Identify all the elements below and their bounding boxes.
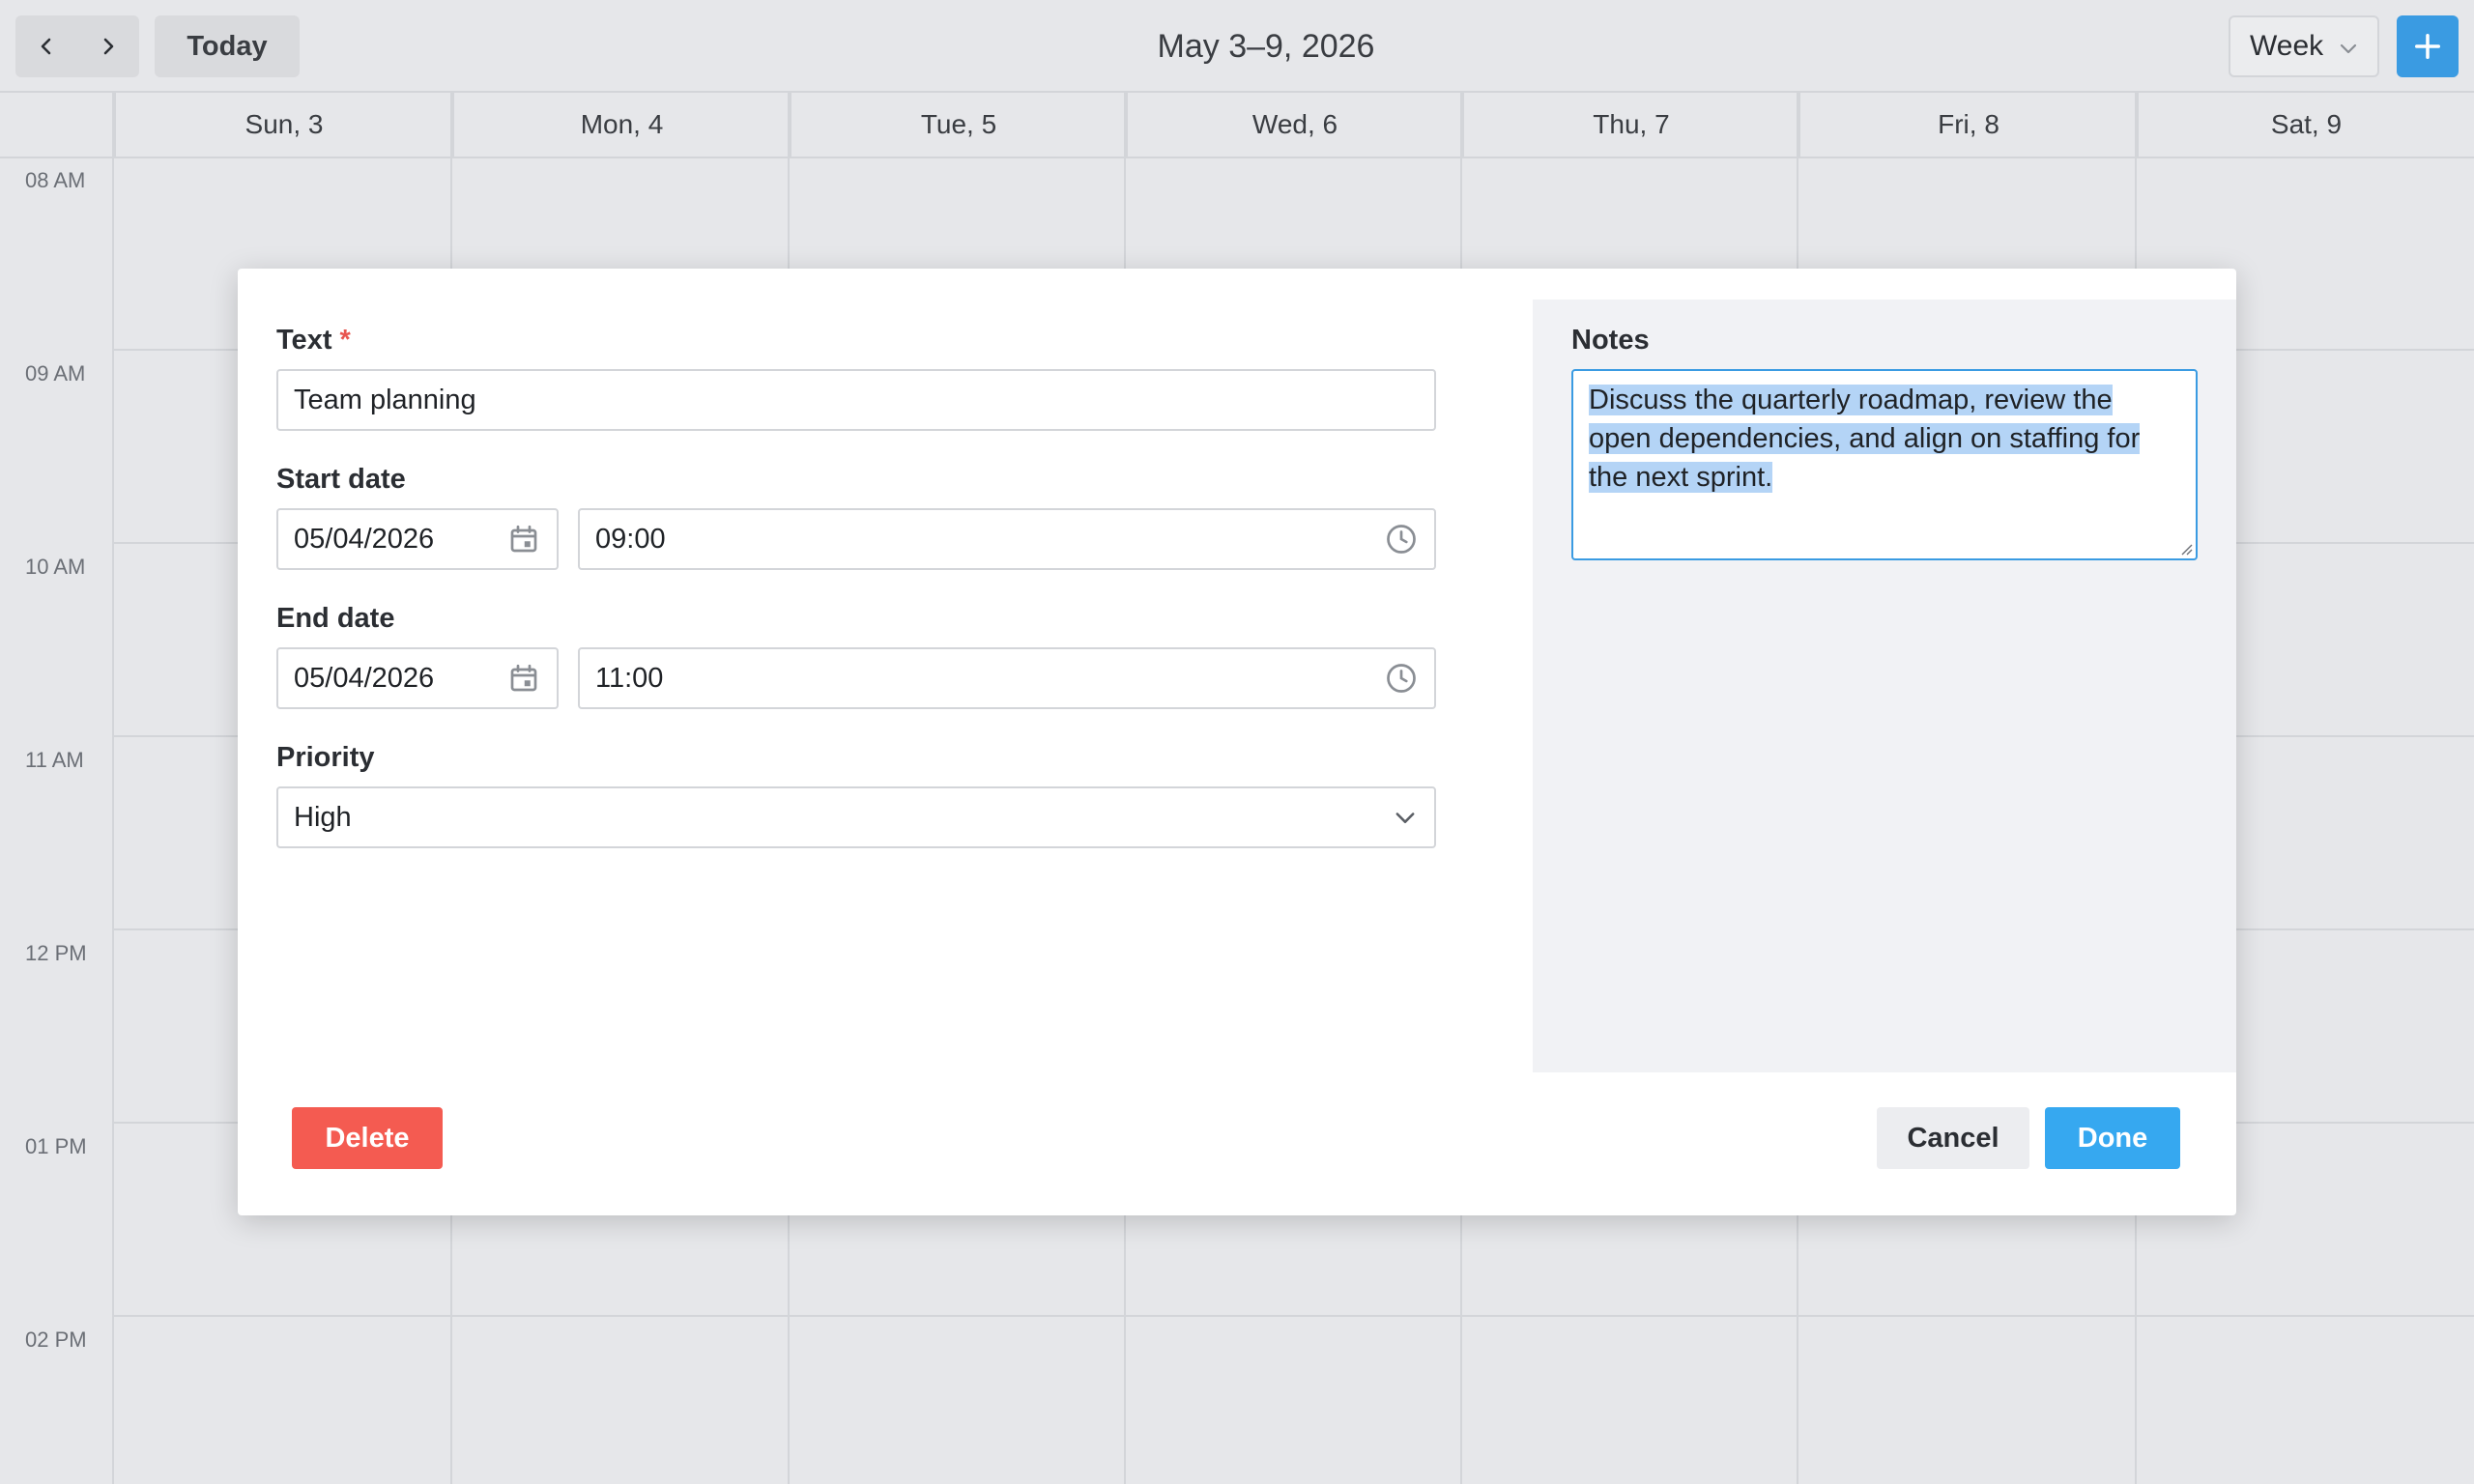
hour-label: 02 PM: [25, 1327, 87, 1352]
plus-icon: [2415, 34, 2440, 59]
end-time-input[interactable]: 11:00: [578, 647, 1436, 709]
day-header-wed: Wed, 6: [1126, 93, 1462, 157]
day-header-thu: Thu, 7: [1462, 93, 1798, 157]
hour-label: 10 AM: [25, 555, 86, 579]
hour-label: 01 PM: [25, 1134, 87, 1158]
start-time-input[interactable]: 09:00: [578, 508, 1436, 570]
notes-panel: Notes Discuss the quarterly roadmap, rev…: [1533, 300, 2236, 1072]
time-gutter: [0, 93, 114, 1484]
day-header-sat: Sat, 9: [2137, 93, 2474, 157]
chevron-down-icon: [2340, 43, 2357, 54]
day-header-fri: Fri, 8: [1798, 93, 2137, 157]
calendar-icon[interactable]: [506, 522, 541, 556]
calendar-toolbar: Today May 3–9, 2026 Week: [0, 0, 2474, 93]
event-editor-dialog: Text * Team planning Start date 05/04/202…: [238, 269, 2236, 1215]
priority-label: Priority: [276, 742, 375, 773]
text-label: Text: [276, 325, 332, 356]
start-date-input[interactable]: 05/04/2026: [276, 508, 559, 570]
resize-handle-icon[interactable]: [2179, 542, 2193, 556]
next-button[interactable]: [77, 15, 139, 77]
day-header-tue: Tue, 5: [790, 93, 1126, 157]
end-date-label: End date: [276, 603, 395, 634]
start-date-label: Start date: [276, 464, 406, 495]
grid-line: [114, 1315, 2474, 1317]
text-field-label: Text *: [276, 325, 351, 357]
clock-icon[interactable]: [1384, 661, 1419, 696]
chevron-down-icon: [1395, 813, 1415, 823]
text-input[interactable]: Team planning: [276, 369, 1436, 431]
done-button[interactable]: Done: [2045, 1107, 2180, 1169]
date-range-title: May 3–9, 2026: [1157, 27, 1375, 65]
hour-label: 11 AM: [25, 748, 84, 772]
grid-line: [0, 157, 2474, 158]
hour-label: 08 AM: [25, 168, 86, 192]
navigation-group: [15, 15, 139, 77]
end-time-value: 11:00: [595, 662, 664, 694]
priority-select[interactable]: High: [276, 786, 1436, 848]
view-select[interactable]: Week: [2229, 15, 2379, 77]
chevron-left-icon: [41, 38, 51, 55]
notes-textarea[interactable]: Discuss the quarterly roadmap, review th…: [1571, 369, 2198, 560]
end-date-input[interactable]: 05/04/2026: [276, 647, 559, 709]
day-header-sun: Sun, 3: [114, 93, 452, 157]
hour-label: 12 PM: [25, 941, 87, 965]
start-time-value: 09:00: [595, 523, 666, 555]
add-event-button[interactable]: [2397, 15, 2459, 77]
notes-text: Discuss the quarterly roadmap, review th…: [1589, 385, 2141, 493]
required-marker: *: [339, 325, 351, 356]
end-date-value: 05/04/2026: [294, 662, 435, 694]
view-select-value: Week: [2250, 30, 2324, 62]
priority-select-value: High: [294, 801, 352, 833]
notes-label: Notes: [1571, 325, 1650, 356]
text-input-value: Team planning: [294, 384, 476, 415]
clock-icon[interactable]: [1384, 522, 1419, 556]
chevron-right-icon: [103, 38, 114, 55]
cancel-button[interactable]: Cancel: [1877, 1107, 2029, 1169]
today-button[interactable]: Today: [155, 15, 300, 77]
previous-button[interactable]: [15, 15, 77, 77]
day-header-mon: Mon, 4: [452, 93, 790, 157]
start-date-value: 05/04/2026: [294, 523, 435, 555]
delete-button[interactable]: Delete: [292, 1107, 443, 1169]
calendar-icon[interactable]: [506, 661, 541, 696]
hour-label: 09 AM: [25, 361, 86, 385]
